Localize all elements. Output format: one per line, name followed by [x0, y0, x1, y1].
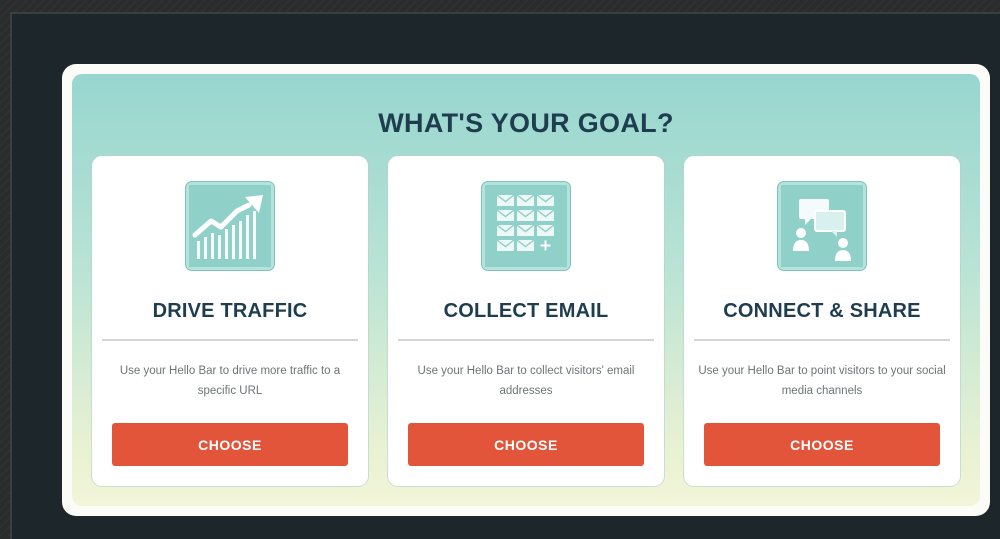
modal-title: WHAT'S YOUR GOAL?	[378, 108, 674, 138]
goal-card-title: CONNECT & SHARE	[723, 300, 921, 322]
goal-card-connect-share: CONNECT & SHARE Use your Hello Bar to po…	[684, 156, 960, 486]
social-chat-icon	[778, 182, 866, 270]
goal-card-title: DRIVE TRAFFIC	[152, 300, 308, 322]
goal-modal-body: WHAT'S YOUR GOAL? DRIVE TRAFFIC Use your…	[72, 74, 980, 506]
choose-collect-email-button[interactable]: CHOOSE	[408, 423, 644, 466]
choose-connect-share-button[interactable]: CHOOSE	[704, 423, 940, 466]
app-frame: WHAT'S YOUR GOAL? DRIVE TRAFFIC Use your…	[10, 12, 1000, 539]
goal-card-description: Use your Hello Bar to point visitors to …	[698, 365, 946, 397]
divider	[398, 339, 654, 341]
choose-drive-traffic-button[interactable]: CHOOSE	[112, 423, 348, 466]
goal-card-drive-traffic: DRIVE TRAFFIC Use your Hello Bar to driv…	[92, 156, 368, 486]
goal-card-collect-email: COLLECT EMAIL Use your Hello Bar to coll…	[388, 156, 664, 486]
goal-card-title: COLLECT EMAIL	[443, 300, 609, 322]
goal-modal: WHAT'S YOUR GOAL? DRIVE TRAFFIC Use your…	[62, 64, 990, 516]
goal-card-description: Use your Hello Bar to drive more traffic…	[119, 365, 341, 397]
traffic-chart-icon	[186, 182, 274, 270]
divider	[102, 339, 358, 341]
email-grid-icon	[482, 182, 570, 270]
goal-card-description: Use your Hello Bar to collect visitors' …	[417, 365, 635, 397]
divider	[694, 339, 950, 341]
